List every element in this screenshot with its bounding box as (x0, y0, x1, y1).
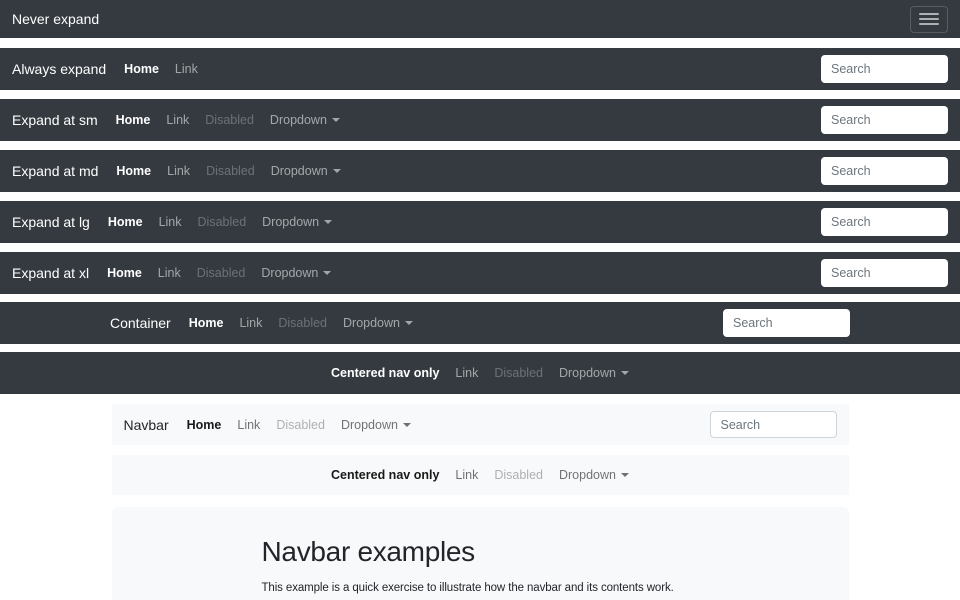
nav-link-home[interactable]: Home (100, 215, 151, 229)
nav-link-home[interactable]: Home (181, 316, 232, 330)
dropdown-label: Dropdown (261, 266, 318, 280)
navbar-toggler-button[interactable] (910, 6, 948, 33)
nav-link-link[interactable]: Link (159, 164, 198, 178)
nav-link-dropdown[interactable]: Dropdown (551, 366, 637, 380)
navbar-brand-never-expand[interactable]: Never expand (12, 11, 99, 27)
navbar-brand-always-expand[interactable]: Always expand (12, 61, 106, 77)
nav-link-link[interactable]: Link (447, 366, 486, 380)
caret-down-icon (621, 371, 629, 375)
nav-link-home[interactable]: Home (179, 418, 230, 432)
caret-down-icon (324, 220, 332, 224)
search-input[interactable] (821, 259, 948, 287)
nav-link-disabled: Disabled (268, 418, 333, 432)
navbar-brand-expand-at-xl[interactable]: Expand at xl (12, 265, 89, 281)
nav-link-disabled: Disabled (270, 316, 335, 330)
search-input[interactable] (821, 55, 948, 83)
navbar-brand-container[interactable]: Container (110, 315, 171, 331)
dropdown-label: Dropdown (559, 366, 616, 380)
dropdown-label: Dropdown (270, 113, 327, 127)
hamburger-menu-icon (919, 10, 939, 28)
intro-line1: This example is a quick exercise to illu… (262, 582, 674, 600)
navbar-brand-expand-at-sm[interactable]: Expand at sm (12, 112, 98, 128)
nav-link-dropdown[interactable]: Dropdown (333, 418, 419, 432)
navbar-centered-light: Centered nav only Link Disabled Dropdown (112, 455, 849, 495)
navbar-container-inner: Container Home Link Disabled Dropdown (110, 302, 850, 344)
nav-link-link[interactable]: Link (150, 266, 189, 280)
intro-paragraph: This example is a quick exercise to illu… (262, 579, 699, 600)
navbar-container: Container Home Link Disabled Dropdown (0, 302, 960, 344)
nav-link-home[interactable]: Home (116, 62, 167, 76)
navbar-light: Navbar Home Link Disabled Dropdown (112, 404, 849, 445)
caret-down-icon (405, 321, 413, 325)
dropdown-label: Dropdown (559, 468, 616, 482)
navbar-expand-at-md: Expand at md Home Link Disabled Dropdown (0, 150, 960, 192)
page-title: Navbar examples (262, 535, 699, 569)
nav-link-link[interactable]: Link (158, 113, 197, 127)
caret-down-icon (621, 473, 629, 477)
search-input[interactable] (821, 208, 948, 236)
jumbotron: Navbar examples This example is a quick … (112, 507, 849, 600)
nav-link-home[interactable]: Home (108, 113, 159, 127)
caret-down-icon (332, 118, 340, 122)
nav-link-dropdown[interactable]: Dropdown (262, 113, 348, 127)
dropdown-label: Dropdown (343, 316, 400, 330)
navbar-never-expand: Never expand (0, 0, 960, 38)
nav-link-home[interactable]: Home (99, 266, 150, 280)
nav-link-centered-nav-only[interactable]: Centered nav only (323, 468, 447, 482)
navbar-expand-at-sm: Expand at sm Home Link Disabled Dropdown (0, 99, 960, 141)
navbar-centered-dark: Centered nav only Link Disabled Dropdown (0, 352, 960, 394)
caret-down-icon (403, 423, 411, 427)
nav-link-link[interactable]: Link (229, 418, 268, 432)
search-input[interactable] (710, 411, 837, 438)
nav-link-dropdown[interactable]: Dropdown (551, 468, 637, 482)
nav-link-dropdown[interactable]: Dropdown (335, 316, 421, 330)
nav-link-link[interactable]: Link (447, 468, 486, 482)
navbar-expand-at-xl: Expand at xl Home Link Disabled Dropdown (0, 252, 960, 294)
dropdown-label: Dropdown (262, 215, 319, 229)
nav-link-disabled: Disabled (190, 215, 255, 229)
caret-down-icon (323, 271, 331, 275)
nav-link-disabled: Disabled (198, 164, 263, 178)
nav-link-disabled: Disabled (486, 366, 551, 380)
nav-link-disabled: Disabled (197, 113, 262, 127)
nav-link-disabled: Disabled (486, 468, 551, 482)
content-column: Navbar examples This example is a quick … (262, 535, 699, 600)
caret-down-icon (333, 169, 341, 173)
navbar-always-expand: Always expand Home Link (0, 48, 960, 90)
dropdown-label: Dropdown (271, 164, 328, 178)
navbar-brand-expand-at-lg[interactable]: Expand at lg (12, 214, 90, 230)
nav-link-link[interactable]: Link (167, 62, 206, 76)
nav-link-disabled: Disabled (189, 266, 254, 280)
search-input[interactable] (723, 309, 850, 337)
navbar-brand-expand-at-md[interactable]: Expand at md (12, 163, 98, 179)
nav-link-dropdown[interactable]: Dropdown (263, 164, 349, 178)
nav-link-home[interactable]: Home (108, 164, 159, 178)
nav-link-link[interactable]: Link (151, 215, 190, 229)
navbar-brand-navbar[interactable]: Navbar (124, 417, 169, 433)
search-input[interactable] (821, 157, 948, 185)
nav-link-centered-nav-only[interactable]: Centered nav only (323, 366, 447, 380)
navbar-expand-at-lg: Expand at lg Home Link Disabled Dropdown (0, 201, 960, 243)
nav-link-dropdown[interactable]: Dropdown (253, 266, 339, 280)
dropdown-label: Dropdown (341, 418, 398, 432)
nav-link-link[interactable]: Link (231, 316, 270, 330)
nav-link-dropdown[interactable]: Dropdown (254, 215, 340, 229)
search-input[interactable] (821, 106, 948, 134)
